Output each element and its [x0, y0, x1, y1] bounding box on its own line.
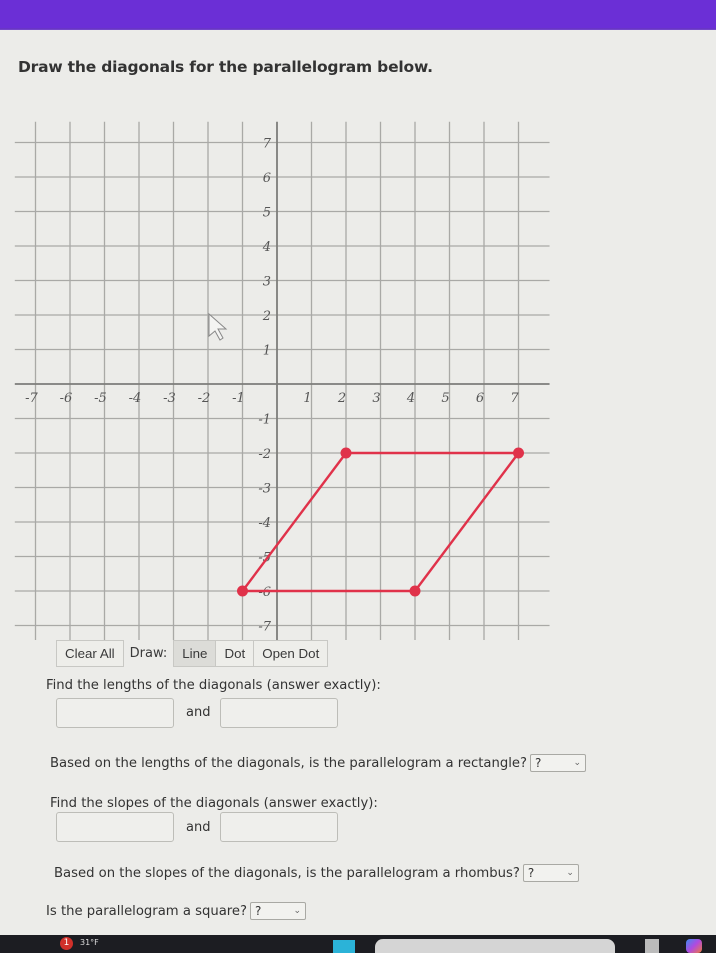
- parallelogram-vertex[interactable]: [237, 585, 248, 597]
- taskbar-app-icon[interactable]: [645, 939, 659, 953]
- rectangle-select[interactable]: ? ⌄: [530, 754, 587, 772]
- diagonal-slope-input-1[interactable]: [56, 812, 174, 842]
- and-label: and: [186, 705, 211, 720]
- graph-toolbar: Clear All Draw: Line Dot Open Dot: [56, 640, 329, 667]
- rectangle-question-text: Based on the lengths of the diagonals, i…: [50, 756, 528, 771]
- y-tick-label: 4: [262, 240, 271, 255]
- y-tick-label: -1: [258, 413, 271, 428]
- draw-label: Draw:: [129, 646, 168, 661]
- y-tick-label: 2: [262, 309, 271, 324]
- y-tick-label: 1: [263, 344, 271, 359]
- chevron-down-icon: ⌄: [566, 868, 574, 878]
- square-question-text: Is the parallelogram a square?: [46, 904, 248, 919]
- rhombus-question: Based on the slopes of the diagonals, is…: [54, 864, 579, 882]
- draw-tool-group: Line Dot Open Dot: [173, 640, 329, 667]
- problem-page: Draw the diagonals for the parallelogram…: [0, 30, 716, 935]
- x-tick-label: 5: [441, 391, 449, 406]
- x-tick-label: -5: [94, 391, 107, 406]
- diagonal-length-input-1[interactable]: [56, 698, 174, 728]
- x-tick-label: 3: [372, 391, 380, 406]
- x-tick-label: 7: [510, 391, 519, 406]
- y-tick-label: -2: [258, 447, 271, 462]
- mouse-cursor-icon: [208, 312, 228, 341]
- y-tick-label: -4: [258, 516, 271, 531]
- x-tick-label: 4: [406, 391, 415, 406]
- y-tick-label: 6: [263, 171, 271, 186]
- y-tick-label: -3: [258, 482, 271, 497]
- diagonal-slope-input-2[interactable]: [220, 812, 338, 842]
- and-label-2: and: [186, 820, 211, 835]
- y-tick-label: 7: [263, 137, 272, 152]
- x-tick-label: 6: [476, 391, 484, 406]
- diagonal-length-input-2[interactable]: [220, 698, 338, 728]
- square-select-value: ?: [255, 904, 262, 918]
- rhombus-question-text: Based on the slopes of the diagonals, is…: [54, 866, 520, 881]
- os-taskbar: 1 31°F: [0, 935, 716, 953]
- chevron-down-icon: ⌄: [293, 906, 302, 916]
- y-tick-label: -6: [258, 585, 271, 600]
- lengths-question: Find the lengths of the diagonals (answe…: [46, 678, 381, 693]
- x-tick-label: 1: [303, 391, 311, 406]
- problem-prompt: Draw the diagonals for the parallelogram…: [18, 58, 433, 76]
- slopes-question: Find the slopes of the diagonals (answer…: [50, 796, 378, 811]
- dot-tool-button[interactable]: Dot: [215, 640, 254, 667]
- parallelogram-vertex[interactable]: [340, 447, 352, 459]
- y-tick-label: 5: [263, 206, 271, 221]
- x-tick-label: -1: [232, 391, 245, 406]
- x-tick-label: -2: [198, 391, 211, 406]
- rectangle-question: Based on the lengths of the diagonals, i…: [50, 754, 587, 772]
- line-tool-button[interactable]: Line: [173, 640, 216, 667]
- y-tick-label: -7: [258, 620, 271, 635]
- square-select[interactable]: ? ⌄: [250, 902, 307, 920]
- browser-top-bar: [0, 0, 716, 34]
- copilot-icon[interactable]: [686, 939, 702, 953]
- windows-start-icon[interactable]: [333, 940, 355, 953]
- rhombus-select-value: ?: [527, 866, 535, 880]
- coordinate-graph[interactable]: -7 -6 -5 -4 -3 -2 -1 1 2 3 4 5 6 77654321-1-2-3-4-5-6…: [14, 88, 574, 640]
- clear-all-button[interactable]: Clear All: [56, 640, 124, 667]
- notification-badge[interactable]: 1: [60, 937, 73, 950]
- open-dot-tool-button[interactable]: Open Dot: [253, 640, 329, 667]
- chevron-down-icon: ⌄: [573, 758, 582, 768]
- rhombus-select[interactable]: ? ⌄: [522, 864, 579, 882]
- x-tick-label: -7: [25, 391, 38, 406]
- parallelogram-vertex[interactable]: [513, 447, 524, 459]
- x-tick-label: -4: [129, 391, 142, 406]
- taskbar-search-box[interactable]: [375, 939, 615, 953]
- y-tick-label: 3: [263, 275, 271, 290]
- weather-temperature[interactable]: 31°F: [80, 938, 99, 947]
- square-question: Is the parallelogram a square?? ⌄: [46, 902, 307, 920]
- parallelogram-vertex[interactable]: [409, 585, 421, 597]
- x-tick-label: -6: [60, 391, 73, 406]
- x-tick-label: 2: [337, 391, 346, 406]
- rectangle-select-value: ?: [535, 756, 542, 770]
- x-tick-label: -3: [163, 391, 176, 406]
